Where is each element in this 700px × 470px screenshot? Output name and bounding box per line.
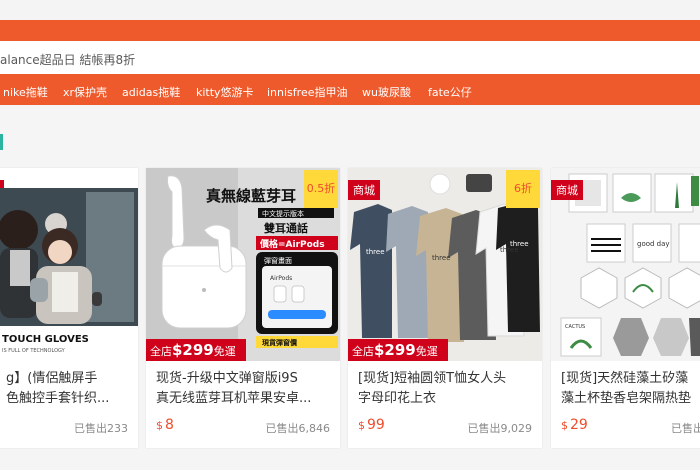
shirt-print: three <box>432 254 451 262</box>
price-value: 8 <box>165 417 174 433</box>
product-price: $8 <box>156 417 174 433</box>
product-sold-count: 已售出233 <box>74 422 128 435</box>
price-currency: $ <box>561 419 568 432</box>
price-currency: $ <box>358 419 365 432</box>
product-card[interactable]: 真無線藍芽耳 中文提示版本 雙耳通話 價格=AirPods 彈窗畫面 AirPo… <box>146 168 340 448</box>
free-shipping-banner: 全店$299免運 <box>348 339 448 361</box>
hot-keyword-link[interactable]: kitty悠游卡 <box>196 84 254 100</box>
product-sold-count: 已售出9,029 <box>467 422 533 435</box>
hot-keyword-link[interactable]: wu玻尿酸 <box>362 84 411 100</box>
section-accent <box>0 134 3 150</box>
hot-keyword-link[interactable]: innisfree指甲油 <box>267 84 347 100</box>
shirt-print: three <box>510 240 529 248</box>
image-subcaption: IS FULL OF TECHNOLOGY <box>2 348 66 354</box>
promo-prefix: 全店 <box>352 345 374 358</box>
price-currency: $ <box>156 419 163 432</box>
image-popup-title: AirPods <box>270 275 292 282</box>
product-title: [现货]天然硅藻土矽藻 藻土杯垫香皂架隔热垫 <box>561 371 692 406</box>
coaster-print: CACTUS <box>565 324 585 330</box>
product-price: $29 <box>561 417 588 433</box>
product-card[interactable]: three three three three 商城 6折 全店$299免運 [… <box>348 168 542 448</box>
image-headline: 真無線藍芽耳 <box>206 187 296 205</box>
shirt-print: three <box>366 248 385 256</box>
product-title: [现货]短袖圆领T恤女人头 字母印花上衣 <box>358 371 507 406</box>
product-sold-count: 已售出6,846 <box>265 422 331 435</box>
product-photo: TOUCH GLOVES IS FULL OF TECHNOLOGY <box>0 168 138 361</box>
promo-amount: $299 <box>374 341 416 359</box>
hot-keywords-bar: nike拖鞋 xr保护壳 adidas拖鞋 kitty悠游卡 innisfree… <box>0 77 700 105</box>
search-placeholder: alance超品日 結帳再8折 <box>0 53 136 67</box>
mall-badge: 商城 <box>551 180 583 200</box>
coaster-print: good day <box>637 240 670 248</box>
promo-amount: $299 <box>172 341 214 359</box>
price-value: 29 <box>570 417 588 433</box>
search-input[interactable]: alance超品日 結帳再8折 <box>0 41 700 74</box>
top-strip <box>0 0 700 20</box>
discount-badge: 6折 <box>506 170 540 208</box>
product-card[interactable]: TOUCH GLOVES IS FULL OF TECHNOLOGY g】(情侶… <box>0 168 138 448</box>
hot-keyword-link[interactable]: adidas拖鞋 <box>122 84 180 100</box>
product-sold-count: 已售出 <box>671 422 700 435</box>
image-line: 雙耳通話 <box>264 221 308 235</box>
image-subheadline: 中文提示版本 <box>262 209 304 218</box>
free-shipping-banner: 全店$299免運 <box>146 339 246 361</box>
product-title: g】(情侶触屏手 色触控手套针织... <box>6 371 110 406</box>
product-image: TOUCH GLOVES IS FULL OF TECHNOLOGY <box>0 168 138 361</box>
product-card[interactable]: good day CACTUS 商城 [现货]天然硅藻土矽藻 藻土杯垫香皂架隔热… <box>551 168 700 448</box>
image-popup-label: 彈窗畫面 <box>264 256 292 265</box>
hot-keyword-link[interactable]: fate公仔 <box>428 84 472 100</box>
promo-prefix: 全店 <box>150 345 172 358</box>
discount-badge: 0.5折 <box>304 170 338 208</box>
image-price-line: 價格=AirPods <box>259 238 325 250</box>
hot-keyword-link[interactable]: xr保护壳 <box>63 84 107 100</box>
promo-suffix: 免運 <box>415 345 438 358</box>
price-value: 99 <box>367 417 385 433</box>
search-bar: alance超品日 結帳再8折 <box>0 38 700 77</box>
image-caption: TOUCH GLOVES <box>2 334 89 345</box>
header-bar <box>0 20 700 38</box>
product-title: 现货-升级中文弹窗版i9S 真无线蓝芽耳机苹果安卓... <box>156 371 312 406</box>
mall-badge: 商城 <box>348 180 380 200</box>
product-price: $99 <box>358 417 385 433</box>
promo-suffix: 免運 <box>213 345 236 358</box>
image-footer: 現貨彈窗價 <box>262 338 298 347</box>
hot-keyword-link[interactable]: nike拖鞋 <box>3 84 48 100</box>
